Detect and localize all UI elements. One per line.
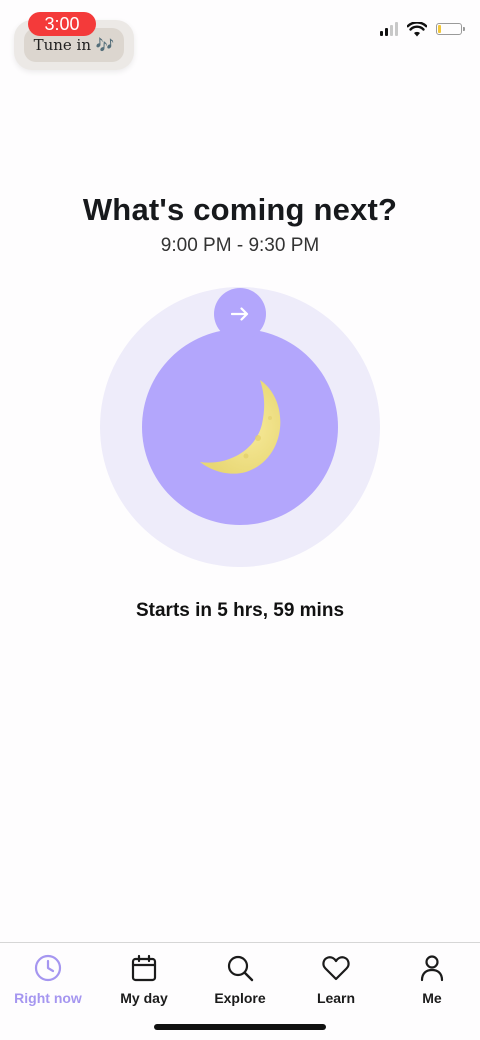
session-time-range: 9:00 PM - 9:30 PM <box>160 235 320 256</box>
tab-learn[interactable]: Learn <box>288 953 384 1013</box>
cellular-signal-icon <box>380 22 398 36</box>
status-icons <box>380 20 465 38</box>
tab-right-now[interactable]: Right now <box>0 953 96 1013</box>
calendar-icon <box>131 954 157 982</box>
countdown-text: Starts in 5 hrs, 59 mins <box>135 600 345 621</box>
wifi-icon <box>407 21 427 36</box>
clock-icon <box>34 954 62 982</box>
tab-right-now-label: Right now <box>14 990 82 1006</box>
status-bar: Tune in 🎶 3:00 <box>0 0 480 70</box>
tab-me-label: Me <box>422 990 442 1006</box>
arrow-right-icon <box>231 307 249 321</box>
tab-explore[interactable]: Explore <box>192 953 288 1013</box>
next-session-arrow-button[interactable] <box>214 288 266 340</box>
tab-my-day[interactable]: My day <box>96 953 192 1013</box>
tab-me[interactable]: Me <box>384 953 480 1013</box>
tab-learn-label: Learn <box>316 990 356 1006</box>
crescent-moon-icon <box>200 380 281 474</box>
heart-icon <box>322 956 350 981</box>
tab-explore-label: Explore <box>214 990 266 1006</box>
person-icon <box>420 955 444 982</box>
battery-icon <box>436 23 465 35</box>
tab-my-day-label: My day <box>120 990 168 1006</box>
status-time[interactable]: 3:00 <box>28 12 96 36</box>
search-icon <box>227 955 254 982</box>
home-indicator[interactable] <box>154 1024 326 1030</box>
battery-level <box>438 25 441 33</box>
page-title: What's coming next? <box>82 192 398 227</box>
